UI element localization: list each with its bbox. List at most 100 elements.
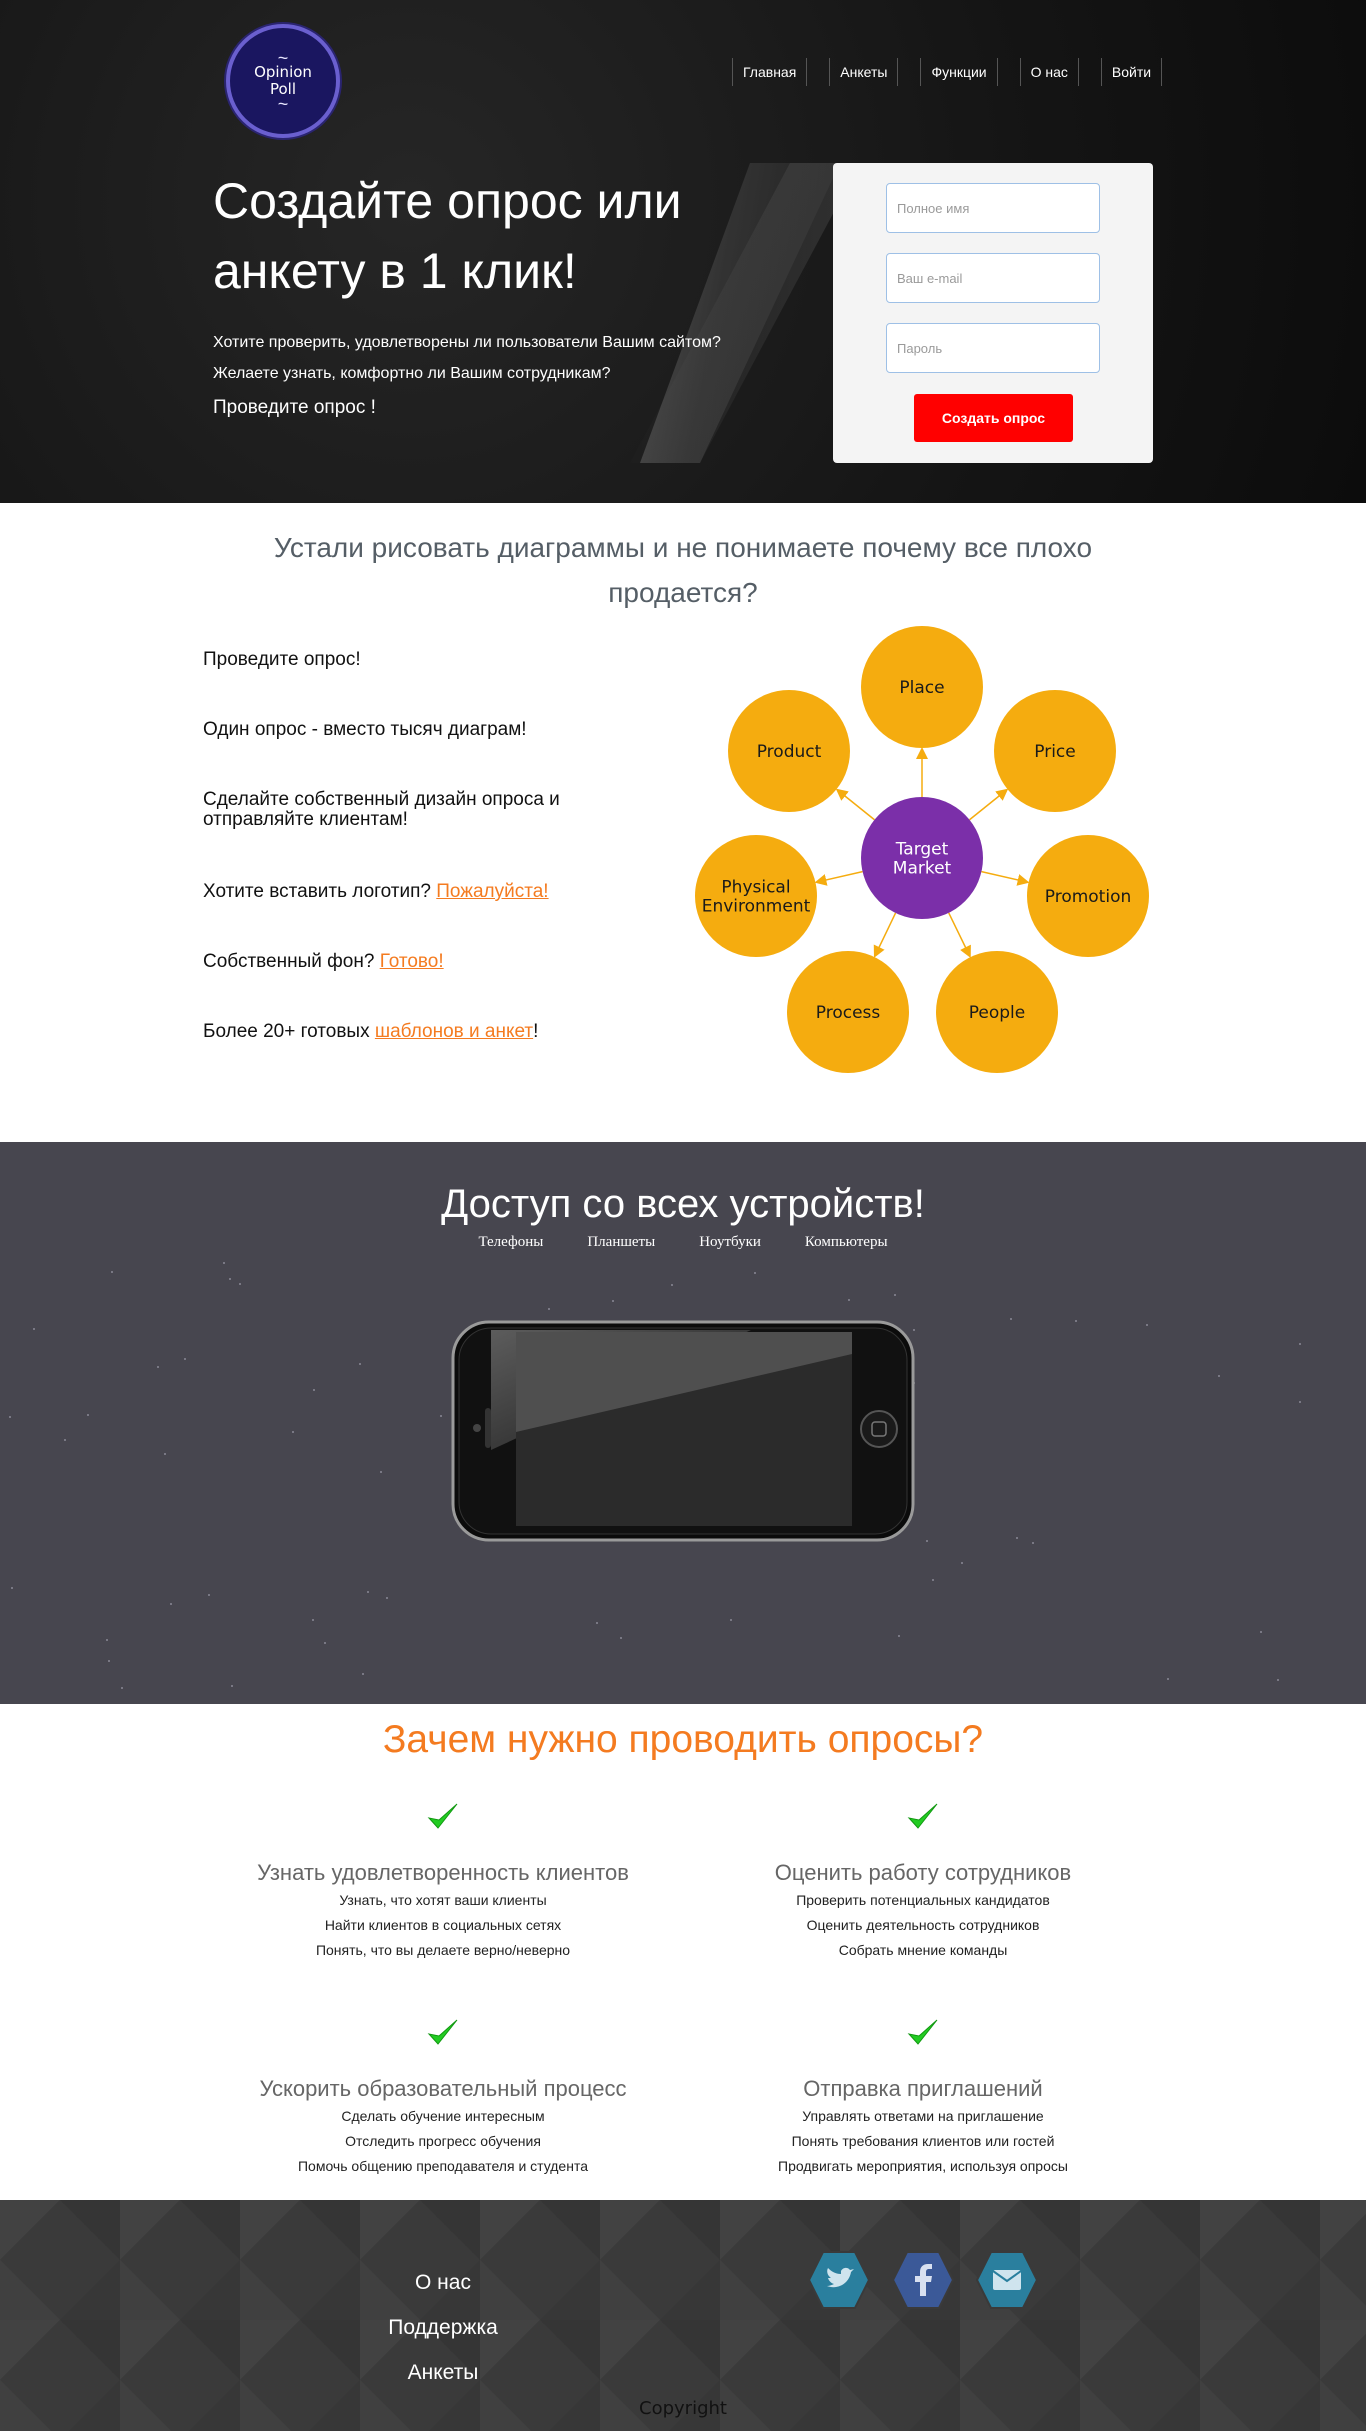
star-speck xyxy=(313,1389,315,1391)
star-speck xyxy=(239,1283,241,1285)
star-speck xyxy=(1032,1542,1034,1544)
diagram-node-physical-environment-label: Physical xyxy=(721,878,790,898)
why-block-line: Продвигать мероприятия, используя опросы xyxy=(778,2158,1068,2174)
diagram-nodes: Place Price Promotion People Process Physical… xyxy=(695,626,1149,1073)
nav-login[interactable]: Войти xyxy=(1100,58,1163,86)
star-speck xyxy=(157,1366,159,1368)
star-speck xyxy=(108,1660,110,1662)
tab-phones[interactable]: Телефоны xyxy=(478,1234,543,1251)
star-speck xyxy=(386,1597,388,1599)
checkmark-icon xyxy=(907,2019,938,2045)
star-speck xyxy=(164,1453,166,1455)
footer-link-support[interactable]: Поддержка xyxy=(343,2305,543,2350)
logo-please-link[interactable]: Пожалуйста! xyxy=(436,881,548,902)
star-speck xyxy=(231,1685,233,1687)
nav-surveys[interactable]: Анкеты xyxy=(829,58,899,86)
logo-tilde-bottom: ~ xyxy=(277,94,289,114)
star-speck xyxy=(64,1439,66,1441)
star-speck xyxy=(1010,1318,1012,1320)
footer-link-surveys[interactable]: Анкеты xyxy=(343,2350,543,2395)
diagram-node-target-market: TargetMarket xyxy=(861,797,983,919)
nav-features[interactable]: Функции xyxy=(920,58,998,86)
diagram-arrow xyxy=(814,870,863,886)
star-speck xyxy=(440,1415,442,1417)
star-speck xyxy=(292,1431,294,1433)
why-block: Отправка приглашений Управлять ответами н… xyxy=(708,2016,1138,2179)
facebook-icon[interactable] xyxy=(891,2248,955,2312)
star-speck xyxy=(848,1299,850,1301)
full-name-input[interactable] xyxy=(886,183,1100,233)
tab-laptops[interactable]: Ноутбуки xyxy=(699,1234,761,1251)
diagram-arrow xyxy=(835,788,875,821)
feature-item: Собственный фон? Готово! xyxy=(203,952,623,972)
diagram-node-physical-environment: PhysicalEnvironment xyxy=(695,835,817,957)
star-speck xyxy=(33,1328,35,1330)
star-speck xyxy=(730,1619,732,1621)
target-market-diagram: Place Price Promotion People Process Physical… xyxy=(695,626,1149,1073)
star-speck xyxy=(1277,1679,1279,1681)
email-input[interactable] xyxy=(886,253,1100,303)
opinion-poll-logo[interactable]: ~ Opinion Poll ~ xyxy=(226,24,340,138)
star-speck xyxy=(229,1278,231,1280)
why-block-line: Собрать мнение команды xyxy=(838,1942,1008,1958)
nav-home[interactable]: Главная xyxy=(732,58,808,86)
diagram-node-target-market-label: Target xyxy=(895,840,949,860)
social-links xyxy=(807,2248,1059,2312)
star-speck xyxy=(1075,1320,1077,1322)
background-ready-link[interactable]: Готово! xyxy=(380,951,444,972)
hero-text-line-2: Желаете узнать, комфортно ли Вашим сотру… xyxy=(213,365,611,382)
footer-link-about[interactable]: О нас xyxy=(343,2260,543,2305)
why-block-title: Ускорить образовательный процесс xyxy=(259,2076,627,2101)
why-block: Узнать удовлетворенность клиентов Узнать,… xyxy=(228,1800,658,1963)
checkmark-icon xyxy=(427,1803,458,1829)
diagram-node-place-label: Place xyxy=(899,678,944,698)
smartphone-image xyxy=(451,1320,915,1542)
star-speck xyxy=(1016,1537,1018,1539)
star-speck xyxy=(106,1639,108,1641)
checkmark-icon xyxy=(427,2019,458,2045)
star-speck xyxy=(548,1308,550,1310)
feature-text: Более 20+ готовых xyxy=(203,1021,375,1042)
tab-computers[interactable]: Компьютеры xyxy=(805,1234,888,1251)
star-speck xyxy=(1299,1401,1301,1403)
twitter-icon[interactable] xyxy=(807,2248,871,2312)
why-block: Ускорить образовательный процесс Сделать … xyxy=(228,2016,658,2179)
mail-icon[interactable] xyxy=(975,2248,1039,2312)
hero-section: ~ Opinion Poll ~ Главная Анкеты Функции … xyxy=(0,0,1366,503)
diagram-node-process: Process xyxy=(787,951,909,1073)
hero-title: Создайте опрос или анкету в 1 клик! xyxy=(213,173,682,299)
why-title: Зачем нужно проводить опросы? xyxy=(382,1718,984,1761)
diagram-node-people-label: People xyxy=(969,1003,1025,1023)
star-speck xyxy=(898,1635,900,1637)
templates-link[interactable]: шаблонов и анкет xyxy=(375,1021,533,1042)
star-speck xyxy=(324,1642,326,1644)
diagram-node-promotion-label: Promotion xyxy=(1045,887,1132,907)
feature-item: Один опрос - вместо тысяч диаграм! xyxy=(203,720,623,740)
create-poll-button[interactable]: Создать опрос xyxy=(914,394,1073,442)
why-block-line: Узнать, что хотят ваши клиенты xyxy=(339,1892,547,1908)
star-speck xyxy=(1218,1375,1220,1377)
diagram-node-product-label: Product xyxy=(757,742,822,762)
why-block-line: Сделать обучение интересным xyxy=(341,2108,545,2124)
tab-tablets[interactable]: Планшеты xyxy=(587,1234,655,1251)
star-speck xyxy=(961,1562,963,1564)
signup-form: Создать опрос xyxy=(833,163,1153,463)
star-speck xyxy=(1260,1631,1262,1633)
diagram-node-target-market-label: Market xyxy=(893,859,952,879)
nav-about[interactable]: О нас xyxy=(1019,58,1079,86)
diagram-node-people: People xyxy=(936,951,1058,1073)
section-problem-title: Устали рисовать диаграммы и не понимаете… xyxy=(273,532,1093,608)
diagram-node-process-label: Process xyxy=(816,1003,881,1023)
diagram-node-place: Place xyxy=(861,626,983,748)
star-speck xyxy=(932,1579,934,1581)
diagram-arrow xyxy=(969,788,1009,821)
star-speck xyxy=(620,1637,622,1639)
star-speck xyxy=(612,1300,614,1302)
star-speck xyxy=(11,1587,13,1589)
feature-item: Сделайте собственный дизайн опроса и отп… xyxy=(203,790,623,830)
device-tabs: Телефоны Планшеты Ноутбуки Компьютеры xyxy=(0,1234,1366,1251)
star-speck xyxy=(87,1414,89,1416)
password-input[interactable] xyxy=(886,323,1100,373)
star-speck xyxy=(367,1591,369,1593)
feature-item: Более 20+ готовых шаблонов и анкет! xyxy=(203,1022,623,1042)
